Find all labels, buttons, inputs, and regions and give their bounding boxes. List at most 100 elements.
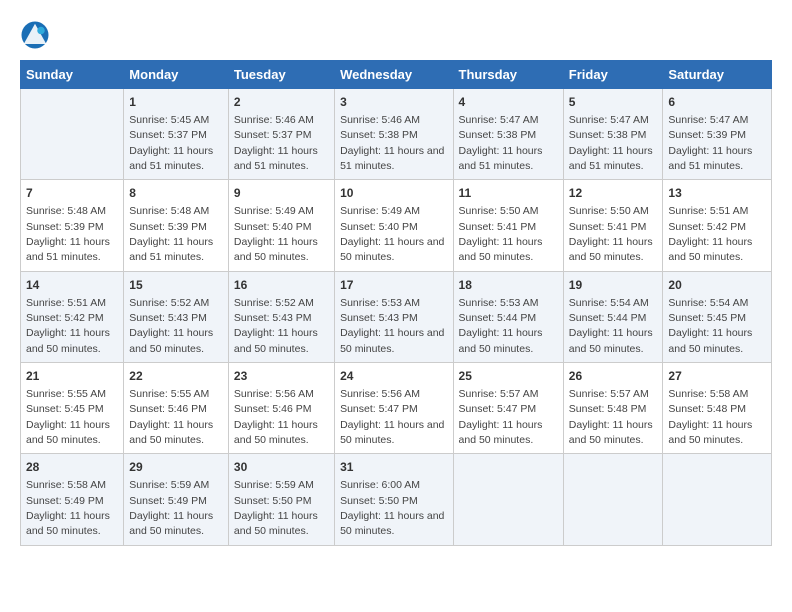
day-number: 17 [340,277,447,294]
day-info: Sunrise: 5:48 AMSunset: 5:39 PMDaylight:… [129,205,213,263]
day-info: Sunrise: 5:56 AMSunset: 5:46 PMDaylight:… [234,388,318,446]
week-row-1: 1 Sunrise: 5:45 AMSunset: 5:37 PMDaylight… [21,89,772,180]
day-number: 23 [234,368,329,385]
day-info: Sunrise: 5:59 AMSunset: 5:49 PMDaylight:… [129,479,213,537]
day-number: 26 [569,368,658,385]
day-info: Sunrise: 5:49 AMSunset: 5:40 PMDaylight:… [234,205,318,263]
day-info: Sunrise: 5:57 AMSunset: 5:47 PMDaylight:… [459,388,543,446]
calendar-cell: 18 Sunrise: 5:53 AMSunset: 5:44 PMDayligh… [453,271,563,362]
day-number: 14 [26,277,118,294]
header-saturday: Saturday [663,61,772,89]
day-info: Sunrise: 5:55 AMSunset: 5:45 PMDaylight:… [26,388,110,446]
calendar-cell: 1 Sunrise: 5:45 AMSunset: 5:37 PMDaylight… [124,89,229,180]
calendar-cell [21,89,124,180]
calendar-table: SundayMondayTuesdayWednesdayThursdayFrid… [20,60,772,546]
day-number: 12 [569,185,658,202]
day-info: Sunrise: 5:51 AMSunset: 5:42 PMDaylight:… [668,205,752,263]
day-number: 1 [129,94,223,111]
page-header [20,20,772,50]
day-info: Sunrise: 5:50 AMSunset: 5:41 PMDaylight:… [569,205,653,263]
calendar-cell: 25 Sunrise: 5:57 AMSunset: 5:47 PMDayligh… [453,363,563,454]
day-info: Sunrise: 5:55 AMSunset: 5:46 PMDaylight:… [129,388,213,446]
day-number: 6 [668,94,766,111]
calendar-cell: 5 Sunrise: 5:47 AMSunset: 5:38 PMDaylight… [563,89,663,180]
day-number: 21 [26,368,118,385]
calendar-cell: 2 Sunrise: 5:46 AMSunset: 5:37 PMDaylight… [228,89,334,180]
header-friday: Friday [563,61,663,89]
day-info: Sunrise: 5:51 AMSunset: 5:42 PMDaylight:… [26,297,110,355]
calendar-cell: 6Sunrise: 5:47 AMSunset: 5:39 PMDaylight… [663,89,772,180]
calendar-cell [663,454,772,545]
day-number: 2 [234,94,329,111]
calendar-cell [453,454,563,545]
day-info: Sunrise: 5:48 AMSunset: 5:39 PMDaylight:… [26,205,110,263]
calendar-cell: 16 Sunrise: 5:52 AMSunset: 5:43 PMDayligh… [228,271,334,362]
day-number: 8 [129,185,223,202]
day-info: Sunrise: 5:46 AMSunset: 5:38 PMDaylight:… [340,114,444,172]
day-info: Sunrise: 5:53 AMSunset: 5:43 PMDaylight:… [340,297,444,355]
calendar-cell: 20 Sunrise: 5:54 AMSunset: 5:45 PMDayligh… [663,271,772,362]
day-info: Sunrise: 5:53 AMSunset: 5:44 PMDaylight:… [459,297,543,355]
day-info: Sunrise: 5:52 AMSunset: 5:43 PMDaylight:… [129,297,213,355]
day-number: 7 [26,185,118,202]
calendar-cell: 13Sunrise: 5:51 AMSunset: 5:42 PMDayligh… [663,180,772,271]
logo [20,20,54,50]
day-info: Sunrise: 6:00 AMSunset: 5:50 PMDaylight:… [340,479,444,537]
header-wednesday: Wednesday [335,61,453,89]
calendar-cell: 29Sunrise: 5:59 AMSunset: 5:49 PMDayligh… [124,454,229,545]
day-number: 31 [340,459,447,476]
calendar-cell: 19 Sunrise: 5:54 AMSunset: 5:44 PMDayligh… [563,271,663,362]
header-monday: Monday [124,61,229,89]
day-number: 5 [569,94,658,111]
day-info: Sunrise: 5:50 AMSunset: 5:41 PMDaylight:… [459,205,543,263]
day-number: 19 [569,277,658,294]
calendar-cell: 3 Sunrise: 5:46 AMSunset: 5:38 PMDaylight… [335,89,453,180]
calendar-cell: 24 Sunrise: 5:56 AMSunset: 5:47 PMDayligh… [335,363,453,454]
calendar-cell: 15 Sunrise: 5:52 AMSunset: 5:43 PMDayligh… [124,271,229,362]
day-info: Sunrise: 5:56 AMSunset: 5:47 PMDaylight:… [340,388,444,446]
day-info: Sunrise: 5:54 AMSunset: 5:45 PMDaylight:… [668,297,752,355]
day-number: 25 [459,368,558,385]
day-number: 10 [340,185,447,202]
day-number: 11 [459,185,558,202]
header-thursday: Thursday [453,61,563,89]
calendar-cell: 4 Sunrise: 5:47 AMSunset: 5:38 PMDaylight… [453,89,563,180]
calendar-cell: 9Sunrise: 5:49 AMSunset: 5:40 PMDaylight… [228,180,334,271]
day-number: 28 [26,459,118,476]
day-info: Sunrise: 5:52 AMSunset: 5:43 PMDaylight:… [234,297,318,355]
week-row-2: 7 Sunrise: 5:48 AMSunset: 5:39 PMDaylight… [21,180,772,271]
day-number: 24 [340,368,447,385]
day-number: 18 [459,277,558,294]
calendar-cell: 27 Sunrise: 5:58 AMSunset: 5:48 PMDayligh… [663,363,772,454]
calendar-header-row: SundayMondayTuesdayWednesdayThursdayFrid… [21,61,772,89]
day-number: 16 [234,277,329,294]
calendar-cell: 22Sunrise: 5:55 AMSunset: 5:46 PMDayligh… [124,363,229,454]
logo-icon [20,20,50,50]
day-info: Sunrise: 5:46 AMSunset: 5:37 PMDaylight:… [234,114,318,172]
day-number: 20 [668,277,766,294]
day-number: 3 [340,94,447,111]
day-info: Sunrise: 5:47 AMSunset: 5:38 PMDaylight:… [459,114,543,172]
calendar-cell: 30Sunrise: 5:59 AMSunset: 5:50 PMDayligh… [228,454,334,545]
day-info: Sunrise: 5:54 AMSunset: 5:44 PMDaylight:… [569,297,653,355]
day-info: Sunrise: 5:58 AMSunset: 5:49 PMDaylight:… [26,479,110,537]
calendar-cell: 11 Sunrise: 5:50 AMSunset: 5:41 PMDayligh… [453,180,563,271]
day-info: Sunrise: 5:45 AMSunset: 5:37 PMDaylight:… [129,114,213,172]
day-info: Sunrise: 5:47 AMSunset: 5:38 PMDaylight:… [569,114,653,172]
calendar-cell [563,454,663,545]
week-row-5: 28 Sunrise: 5:58 AMSunset: 5:49 PMDayligh… [21,454,772,545]
calendar-cell: 31 Sunrise: 6:00 AMSunset: 5:50 PMDayligh… [335,454,453,545]
calendar-cell: 17 Sunrise: 5:53 AMSunset: 5:43 PMDayligh… [335,271,453,362]
calendar-cell: 12 Sunrise: 5:50 AMSunset: 5:41 PMDayligh… [563,180,663,271]
day-number: 15 [129,277,223,294]
day-info: Sunrise: 5:58 AMSunset: 5:48 PMDaylight:… [668,388,752,446]
calendar-cell: 23 Sunrise: 5:56 AMSunset: 5:46 PMDayligh… [228,363,334,454]
day-number: 4 [459,94,558,111]
day-info: Sunrise: 5:49 AMSunset: 5:40 PMDaylight:… [340,205,444,263]
calendar-cell: 14 Sunrise: 5:51 AMSunset: 5:42 PMDayligh… [21,271,124,362]
calendar-cell: 7 Sunrise: 5:48 AMSunset: 5:39 PMDaylight… [21,180,124,271]
day-number: 27 [668,368,766,385]
calendar-cell: 21 Sunrise: 5:55 AMSunset: 5:45 PMDayligh… [21,363,124,454]
calendar-cell: 28 Sunrise: 5:58 AMSunset: 5:49 PMDayligh… [21,454,124,545]
header-sunday: Sunday [21,61,124,89]
